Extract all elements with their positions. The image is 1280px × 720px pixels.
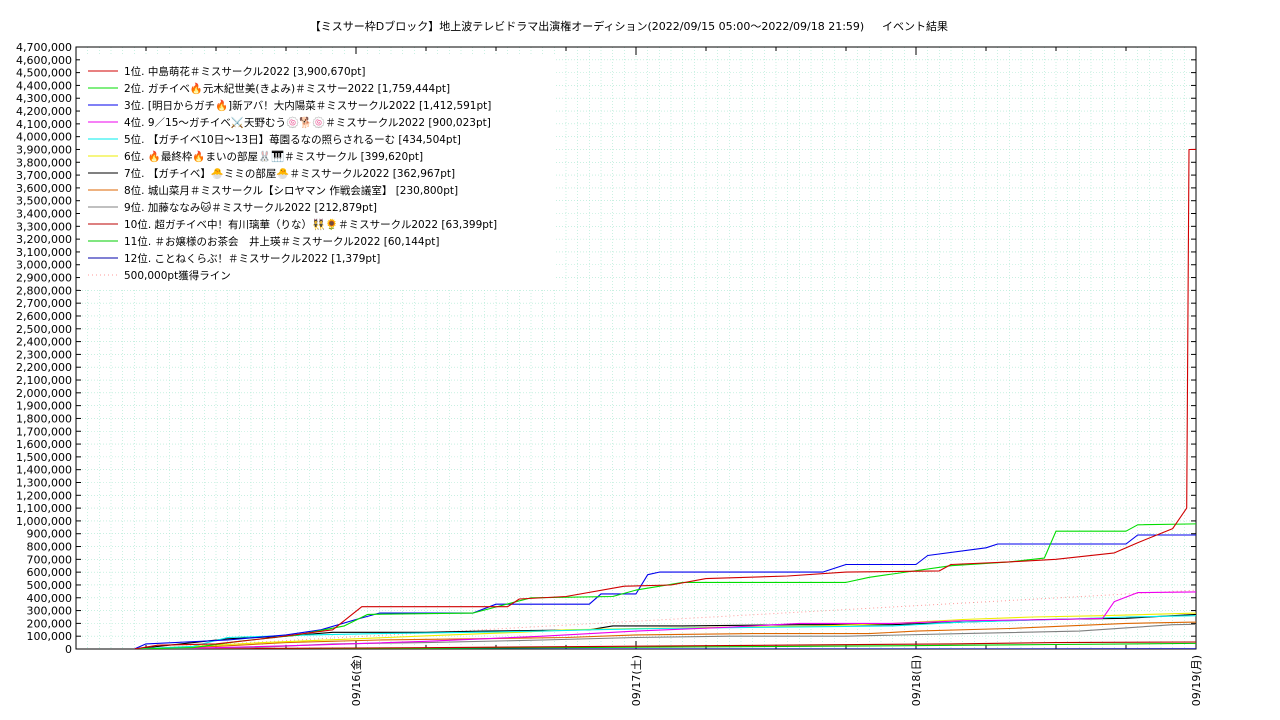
y-tick-label: 2,300,000 [16,348,72,361]
y-tick-label: 2,200,000 [16,361,72,374]
y-tick-label: 3,000,000 [16,259,72,272]
event-result-chart: 【ミスサー枠Dブロック】地上波テレビドラマ出演権オーディション(2022/09/… [16,19,1203,706]
y-tick-label: 2,500,000 [16,323,72,336]
legend-label: 500,000pt獲得ライン [124,269,231,282]
y-tick-label: 4,700,000 [16,41,72,54]
legend-label: 11位. ＃お嬢様のお茶会 井上瑛＃ミスサークル2022 [60,144pt] [124,235,440,248]
legend-label: 4位. 9／15〜ガチイベ⚔️天野むう🍥🐕🍥＃ミスサークル2022 [900,0… [124,116,491,129]
y-tick-label: 0 [65,643,72,656]
y-tick-label: 2,400,000 [16,336,72,349]
y-tick-label: 4,200,000 [16,105,72,118]
y-tick-label: 1,900,000 [16,400,72,413]
y-tick-label: 3,700,000 [16,169,72,182]
y-tick-label: 3,300,000 [16,220,72,233]
y-tick-label: 2,800,000 [16,284,72,297]
legend-label: 5位. 【ガチイベ10日〜13日】苺園るなの照らされるーむ [434,504pt… [124,133,461,146]
y-tick-label: 1,800,000 [16,412,72,425]
y-tick-label: 1,400,000 [16,464,72,477]
y-tick-label: 100,000 [27,630,73,643]
series-line [134,589,1196,649]
y-tick-label: 700,000 [27,553,73,566]
y-tick-label: 200,000 [27,617,73,630]
legend-label: 1位. 中島萌花＃ミスサークル2022 [3,900,670pt] [124,65,366,78]
y-tick-label: 3,100,000 [16,246,72,259]
y-tick-label: 1,600,000 [16,438,72,451]
y-tick-label: 4,400,000 [16,79,72,92]
y-tick-label: 1,000,000 [16,515,72,528]
x-tick-label: 09/19(月) [1190,655,1203,706]
y-tick-label: 1,100,000 [16,502,72,515]
legend-label: 7位. 【ガチイベ】🐣ミミの部屋🐣＃ミスサークル2022 [362,967pt] [124,167,455,180]
y-tick-label: 3,900,000 [16,143,72,156]
y-tick-label: 2,000,000 [16,387,72,400]
y-tick-label: 600,000 [27,566,73,579]
x-tick-label: 09/16(金) [349,655,363,706]
x-tick-label: 09/18(日) [910,655,923,706]
y-tick-label: 1,500,000 [16,451,72,464]
legend: 1位. 中島萌花＃ミスサークル2022 [3,900,670pt] 2位. ガチイ… [80,54,556,290]
chart-subtitle: イベント結果 [882,19,948,33]
legend-label: 8位. 城山菜月＃ミスサークル【シロヤマン 作戦会議室】 [230,800pt] [124,184,458,197]
y-tick-label: 1,200,000 [16,489,72,502]
y-tick-label: 3,400,000 [16,208,72,221]
y-tick-label: 500,000 [27,579,73,592]
y-tick-label: 3,500,000 [16,195,72,208]
y-tick-label: 900,000 [27,528,73,541]
chart-title: 【ミスサー枠Dブロック】地上波テレビドラマ出演権オーディション(2022/09/… [310,19,864,33]
y-tick-label: 2,600,000 [16,310,72,323]
y-tick-label: 800,000 [27,541,73,554]
y-tick-label: 3,800,000 [16,156,72,169]
y-tick-label: 4,500,000 [16,67,72,80]
y-tick-label: 1,700,000 [16,425,72,438]
y-tick-label: 2,900,000 [16,272,72,285]
y-tick-label: 3,200,000 [16,233,72,246]
legend-label: 3位. [明日からガチ🔥]新アバ！大内陽菜＃ミスサークル2022 [1,412,… [124,99,491,112]
legend-label: 2位. ガチイベ🔥元木紀世美(きよみ)＃ミスサー2022 [1,759,444p… [124,82,450,95]
legend-label: 9位. 加藤ななみ🐱＃ミスサークル2022 [212,879pt] [124,201,377,214]
y-tick-label: 4,300,000 [16,92,72,105]
y-tick-label: 2,100,000 [16,374,72,387]
legend-label: 6位. 🔥最終枠🔥まいの部屋🐰🎹＃ミスサークル [399,620pt] [124,150,423,163]
legend-label: 10位. 超ガチイベ中！有川璃華（りな）👯🌻＃ミスサークル2022 [63,39… [124,218,497,231]
y-tick-label: 400,000 [27,592,73,605]
y-tick-label: 2,700,000 [16,297,72,310]
y-tick-label: 4,100,000 [16,118,72,131]
x-tick-label: 09/17(土) [630,655,643,706]
y-tick-label: 3,600,000 [16,182,72,195]
y-tick-label: 4,000,000 [16,131,72,144]
y-tick-label: 1,300,000 [16,476,72,489]
legend-label: 12位. ことねくらぶ！＃ミスサークル2022 [1,379pt] [124,252,380,265]
y-tick-label: 300,000 [27,605,73,618]
y-tick-label: 4,600,000 [16,54,72,67]
